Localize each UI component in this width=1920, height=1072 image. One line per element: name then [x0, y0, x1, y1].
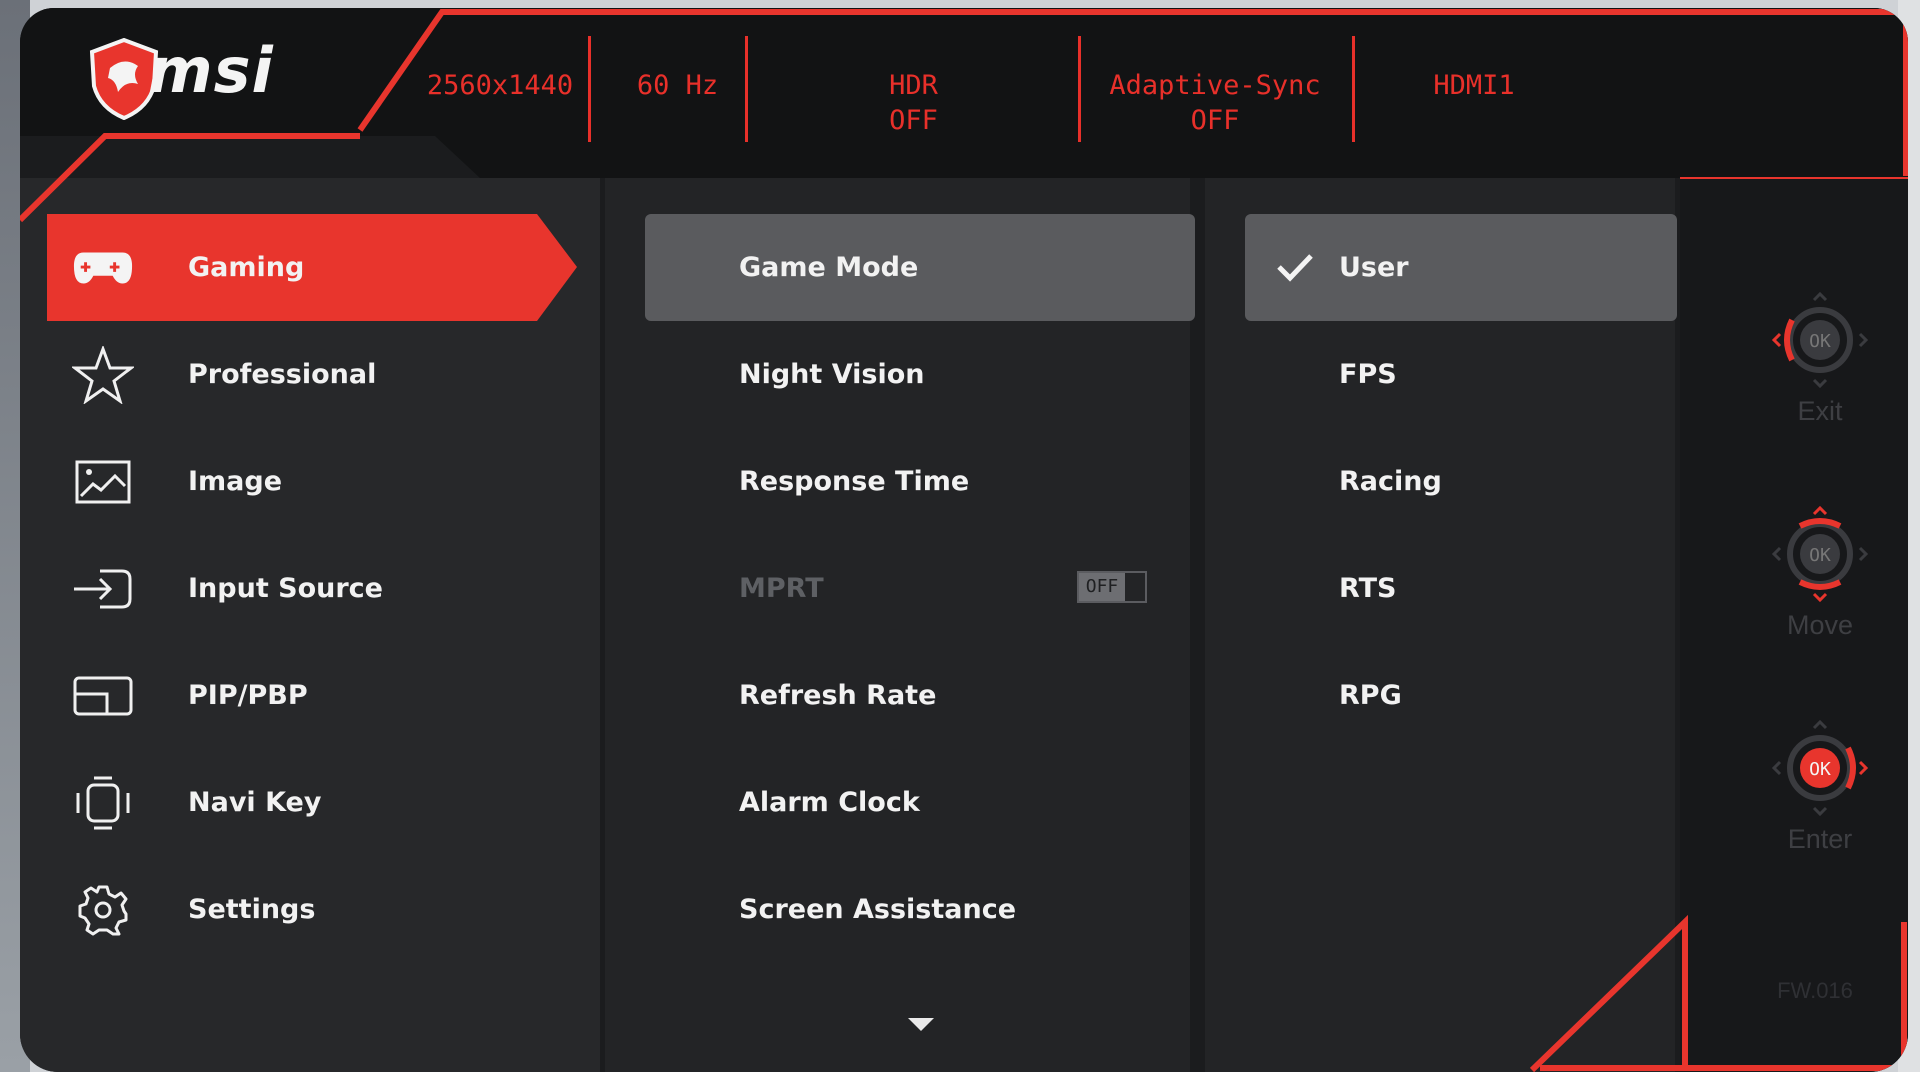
- submenu-label: MPRT: [739, 573, 824, 604]
- submenu-item-mprt: MPRT OFF: [645, 535, 1195, 642]
- chevron-down-icon[interactable]: [908, 1018, 934, 1031]
- submenu-label: Response Time: [739, 466, 970, 497]
- menu-item-pip-pbp[interactable]: PIP/PBP: [47, 642, 577, 749]
- svg-text:OK: OK: [1809, 759, 1831, 780]
- osd-window: msi 2560x1440 60 Hz HDR OFF Adaptive-Syn…: [20, 8, 1908, 1072]
- svg-text:OK: OK: [1809, 331, 1831, 352]
- status-resolution: 2560x1440: [405, 68, 595, 103]
- submenu-label: Game Mode: [739, 252, 919, 283]
- navi-key-icon: [72, 772, 134, 834]
- menu-item-settings[interactable]: Settings: [47, 856, 577, 963]
- option-racing[interactable]: Racing: [1245, 428, 1677, 535]
- submenu-label: Alarm Clock: [739, 787, 920, 818]
- submenu-item-alarm-clock[interactable]: Alarm Clock: [645, 749, 1195, 856]
- menu-label: Settings: [188, 894, 316, 925]
- hdr-value: OFF: [889, 105, 938, 136]
- option-label: Racing: [1339, 466, 1442, 497]
- status-adaptive-sync: Adaptive-Sync OFF: [1080, 68, 1350, 138]
- star-icon: [72, 344, 134, 406]
- svg-text:OK: OK: [1809, 545, 1831, 566]
- hdr-label: HDR: [889, 70, 938, 101]
- image-icon: [72, 451, 134, 513]
- pip-icon: [72, 665, 134, 727]
- submenu-item-refresh-rate[interactable]: Refresh Rate: [645, 642, 1195, 749]
- navi-key-move-icon: OK: [1771, 505, 1869, 603]
- menu-item-input-source[interactable]: Input Source: [47, 535, 577, 642]
- menu-item-navi-key[interactable]: Navi Key: [47, 749, 577, 856]
- navi-key-move-label: Move: [1786, 610, 1854, 640]
- menu-item-image[interactable]: Image: [47, 428, 577, 535]
- menu-item-gaming[interactable]: Gaming: [47, 214, 577, 321]
- refresh-text: 60 Hz: [636, 70, 719, 101]
- status-input: HDMI1: [1354, 68, 1594, 103]
- option-rts[interactable]: RTS: [1245, 535, 1677, 642]
- menu-label: Navi Key: [188, 787, 322, 818]
- submenu-item-night-vision[interactable]: Night Vision: [645, 321, 1195, 428]
- menu-label: Input Source: [188, 573, 383, 604]
- menu-label: PIP/PBP: [188, 680, 308, 711]
- adaptive-sync-label: Adaptive-Sync: [1109, 70, 1321, 101]
- navi-key-enter-icon: OK: [1771, 719, 1869, 817]
- menu-item-professional[interactable]: Professional: [47, 321, 577, 428]
- option-label: User: [1339, 252, 1409, 283]
- input-text: HDMI1: [1433, 70, 1515, 101]
- adaptive-sync-value: OFF: [1190, 105, 1240, 136]
- mprt-toggle: OFF: [1077, 571, 1147, 603]
- firmware-version: FW.016: [1777, 978, 1853, 1003]
- submenu-item-response-time[interactable]: Response Time: [645, 428, 1195, 535]
- toggle-state: OFF: [1079, 573, 1125, 601]
- check-icon: [1277, 254, 1313, 282]
- submenu-label: Screen Assistance: [739, 894, 1017, 925]
- option-label: FPS: [1339, 359, 1397, 390]
- status-refresh: 60 Hz: [610, 68, 745, 103]
- navi-key-exit-label: Exit: [1797, 396, 1843, 426]
- option-user[interactable]: User: [1245, 214, 1677, 321]
- input-source-icon: [72, 558, 134, 620]
- gear-icon: [72, 879, 134, 941]
- option-label: RTS: [1339, 573, 1397, 604]
- resolution-text: 2560x1440: [426, 70, 574, 101]
- menu-label: Image: [188, 466, 283, 497]
- menu-label: Gaming: [188, 252, 305, 283]
- option-label: RPG: [1339, 680, 1402, 711]
- submenu-label: Refresh Rate: [739, 680, 937, 711]
- navi-key-enter-label: Enter: [1787, 824, 1853, 854]
- navi-key-exit-icon: OK: [1771, 291, 1869, 389]
- submenu-item-game-mode[interactable]: Game Mode: [645, 214, 1195, 321]
- option-rpg[interactable]: RPG: [1245, 642, 1677, 749]
- gamepad-icon: [72, 237, 134, 299]
- logo-text: msi: [148, 34, 274, 107]
- submenu-item-screen-assistance[interactable]: Screen Assistance: [645, 856, 1195, 963]
- status-separator: [588, 36, 591, 142]
- msi-logo: msi: [68, 26, 358, 126]
- status-hdr: HDR OFF: [747, 68, 1080, 138]
- menu-label: Professional: [188, 359, 377, 390]
- option-fps[interactable]: FPS: [1245, 321, 1677, 428]
- submenu-label: Night Vision: [739, 359, 925, 390]
